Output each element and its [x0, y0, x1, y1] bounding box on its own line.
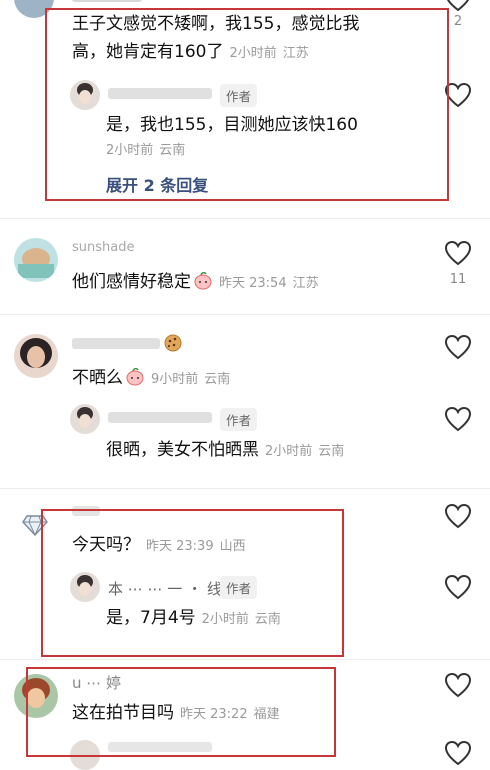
username-redacted[interactable]: [72, 338, 160, 349]
reply-text-line: 很晒，美女不怕晒黑 2小时前 云南: [106, 438, 344, 464]
reply-time: 2小时前: [265, 444, 313, 459]
heart-icon[interactable]: [444, 334, 472, 360]
comment-text: 不晒么: [72, 368, 123, 388]
heart-icon[interactable]: [444, 503, 472, 529]
divider: [0, 314, 490, 315]
comment-location: 云南: [204, 372, 231, 387]
heart-icon[interactable]: [444, 574, 472, 600]
divider: [0, 659, 490, 660]
comment-text: 他们感情好稳定: [72, 272, 191, 292]
divider: [0, 488, 490, 489]
reply-text: 很晒，美女不怕晒黑: [106, 440, 259, 460]
like-count: 11: [449, 272, 467, 287]
heart-icon[interactable]: [444, 240, 472, 266]
avatar[interactable]: [14, 334, 58, 378]
heart-icon[interactable]: [444, 406, 472, 432]
reply-username-redacted[interactable]: [108, 412, 212, 423]
avatar[interactable]: [14, 238, 58, 282]
comment-time: 9小时前: [151, 372, 199, 387]
divider: [0, 218, 490, 219]
peach-emoji-icon: [194, 272, 212, 290]
comment-text-line: 他们感情好稳定 昨天 23:54 江苏: [72, 270, 319, 296]
heart-icon[interactable]: [444, 740, 472, 766]
username[interactable]: sunshade: [72, 240, 134, 255]
username-redacted[interactable]: [72, 0, 142, 2]
highlight-box: [45, 8, 449, 201]
author-tag: 作者: [220, 408, 258, 431]
highlight-box: [26, 667, 336, 757]
heart-icon[interactable]: [444, 672, 472, 698]
peach-emoji-icon: [126, 368, 144, 386]
reply-location: 云南: [318, 444, 345, 459]
cookie-emoji-icon: [164, 334, 182, 352]
reply-avatar[interactable]: [70, 404, 100, 434]
comment-location: 江苏: [292, 276, 319, 291]
comment-time: 昨天 23:54: [219, 276, 287, 291]
comment-text-line: 不晒么 9小时前 云南: [72, 366, 230, 392]
highlight-box: [41, 509, 344, 657]
